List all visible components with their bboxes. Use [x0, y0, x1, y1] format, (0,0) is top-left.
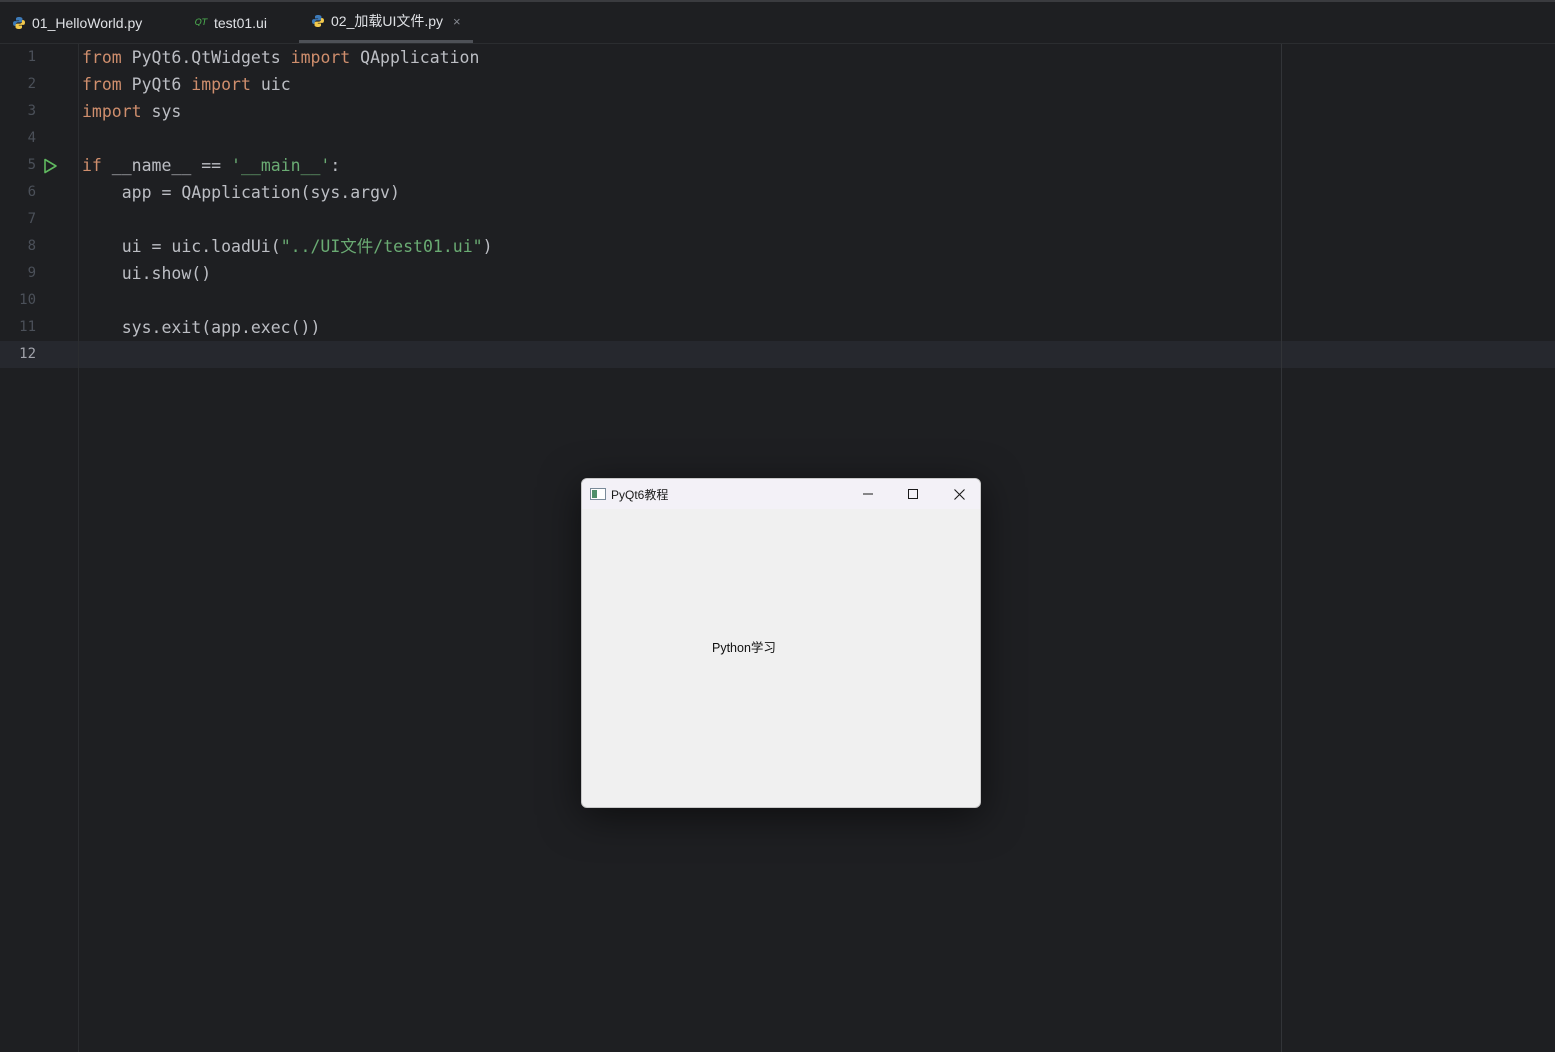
- qt-ui-file-icon: QT: [194, 17, 208, 28]
- tab-01-helloworld[interactable]: 01_HelloWorld.py: [12, 2, 142, 43]
- tab-label: 02_加载UI文件.py: [331, 13, 444, 29]
- line-number: 5: [27, 157, 36, 173]
- minimize-icon: [863, 493, 873, 495]
- line-number: 9: [27, 265, 36, 281]
- editor-tab-bar: 01_HelloWorld.py QT test01.ui 02_加载UI文件.…: [0, 2, 1555, 44]
- tab-02-load-ui[interactable]: 02_加载UI文件.py ×: [299, 2, 473, 43]
- code-line: 7: [0, 206, 1555, 233]
- code-line: 3 import sys: [0, 98, 1555, 125]
- tab-close-icon[interactable]: ×: [453, 14, 461, 29]
- minimize-button[interactable]: [845, 479, 891, 509]
- code-line: 8 ui = uic.loadUi("../UI文件/test01.ui"): [0, 233, 1555, 260]
- close-button[interactable]: [936, 479, 980, 509]
- code-line: 4: [0, 125, 1555, 152]
- code-line: 11 sys.exit(app.exec()): [0, 314, 1555, 341]
- close-icon: [953, 488, 965, 500]
- code-line: 6 app = QApplication(sys.argv): [0, 179, 1555, 206]
- app-window-icon: [590, 488, 606, 500]
- line-number: 7: [27, 211, 36, 227]
- maximize-icon: [908, 489, 918, 499]
- pyqt-app-window[interactable]: PyQt6教程 Python学习: [581, 478, 981, 808]
- code-text[interactable]: sys.exit(app.exec()): [82, 314, 321, 341]
- line-number: 10: [19, 292, 36, 308]
- code-text[interactable]: ui = uic.loadUi("../UI文件/test01.ui"): [82, 233, 493, 260]
- window-title-bar[interactable]: PyQt6教程: [582, 479, 980, 509]
- python-file-icon: [12, 16, 26, 30]
- tab-label: test01.ui: [214, 14, 267, 31]
- code-text[interactable]: import sys: [82, 98, 181, 125]
- code-text[interactable]: app = QApplication(sys.argv): [82, 179, 400, 206]
- maximize-button[interactable]: [890, 479, 936, 509]
- line-number: 3: [27, 103, 36, 119]
- code-text[interactable]: from PyQt6.QtWidgets import QApplication: [82, 44, 479, 71]
- line-number: 12: [19, 346, 36, 362]
- code-line: 1 from PyQt6.QtWidgets import QApplicati…: [0, 44, 1555, 71]
- python-label: Python学习: [712, 641, 776, 655]
- line-number: 4: [27, 130, 36, 146]
- code-line-current: 12: [0, 341, 1555, 368]
- window-title: PyQt6教程: [611, 487, 669, 502]
- code-line: 9 ui.show(): [0, 260, 1555, 287]
- line-number: 6: [27, 184, 36, 200]
- line-number: 11: [19, 319, 36, 335]
- tab-test01-ui[interactable]: QT test01.ui: [194, 2, 267, 43]
- line-number: 1: [27, 49, 36, 65]
- line-number: 2: [27, 76, 36, 92]
- code-line: 5 if __name__ == '__main__':: [0, 152, 1555, 179]
- tab-label: 01_HelloWorld.py: [32, 14, 143, 31]
- code-text[interactable]: from PyQt6 import uic: [82, 71, 291, 98]
- code-text[interactable]: ui.show(): [82, 260, 211, 287]
- run-icon[interactable]: [42, 158, 58, 174]
- line-number: 8: [27, 238, 36, 254]
- code-line: 2 from PyQt6 import uic: [0, 71, 1555, 98]
- python-file-icon: [311, 14, 325, 28]
- code-line: 10: [0, 287, 1555, 314]
- code-text[interactable]: if __name__ == '__main__':: [82, 152, 340, 179]
